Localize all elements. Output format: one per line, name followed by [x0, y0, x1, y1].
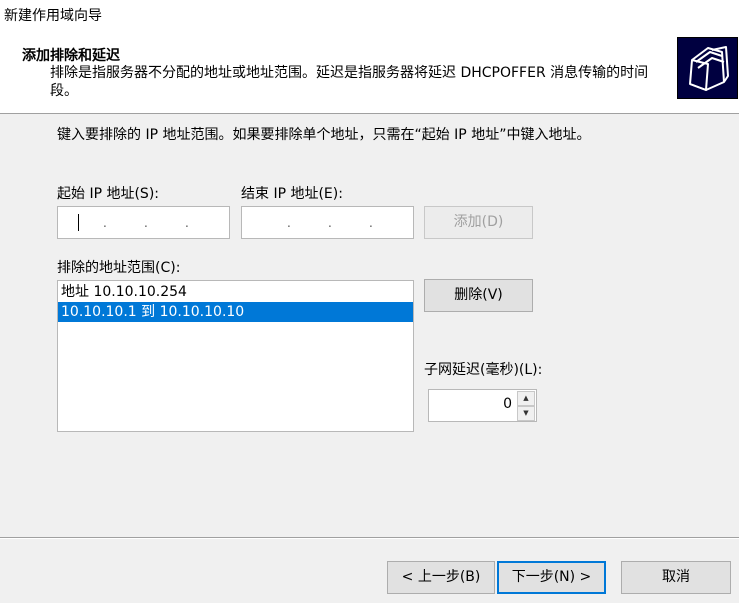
subnet-delay-label: 子网延迟(毫秒)(L):	[424, 362, 543, 378]
spin-up-icon[interactable]: ▲	[517, 391, 535, 406]
subnet-delay-spinbox[interactable]: 0 ▲ ▼	[428, 389, 537, 422]
excluded-range-list[interactable]: 地址 10.10.10.254 10.10.10.1 到 10.10.10.10	[57, 280, 414, 432]
subnet-delay-value[interactable]: 0	[503, 396, 512, 412]
add-button[interactable]: 添加(D)	[424, 206, 533, 239]
cancel-button[interactable]: 取消	[621, 561, 731, 594]
wizard-header: 添加排除和延迟 排除是指服务器不分配的地址或地址范围。延迟是指服务器将延迟 DH…	[0, 28, 739, 114]
list-item-selected[interactable]: 10.10.10.1 到 10.10.10.10	[58, 302, 413, 322]
start-ip-input[interactable]: . . .	[57, 206, 230, 239]
spin-down-icon[interactable]: ▼	[517, 406, 535, 421]
next-button[interactable]: 下一步(N) >	[497, 561, 606, 594]
text-caret	[78, 214, 79, 231]
end-ip-input[interactable]: . . .	[241, 206, 414, 239]
header-description: 排除是指服务器不分配的地址或地址范围。延迟是指服务器将延迟 DHCPOFFER …	[50, 65, 649, 99]
header-title: 添加排除和延迟	[22, 48, 120, 64]
start-ip-label: 起始 IP 地址(S):	[57, 186, 159, 202]
end-ip-label: 结束 IP 地址(E):	[241, 186, 343, 202]
footer-divider-highlight	[0, 538, 739, 539]
window-title: 新建作用域向导	[4, 8, 102, 24]
list-item[interactable]: 地址 10.10.10.254	[58, 282, 413, 302]
window-titlebar: 新建作用域向导	[0, 0, 739, 28]
excluded-range-label: 排除的地址范围(C):	[57, 260, 181, 276]
instruction-text: 键入要排除的 IP 地址范围。如果要排除单个地址，只需在“起始 IP 地址”中键…	[57, 127, 591, 143]
back-button[interactable]: < 上一步(B)	[387, 561, 495, 594]
remove-button[interactable]: 删除(V)	[424, 279, 533, 312]
folders-icon	[677, 37, 738, 99]
